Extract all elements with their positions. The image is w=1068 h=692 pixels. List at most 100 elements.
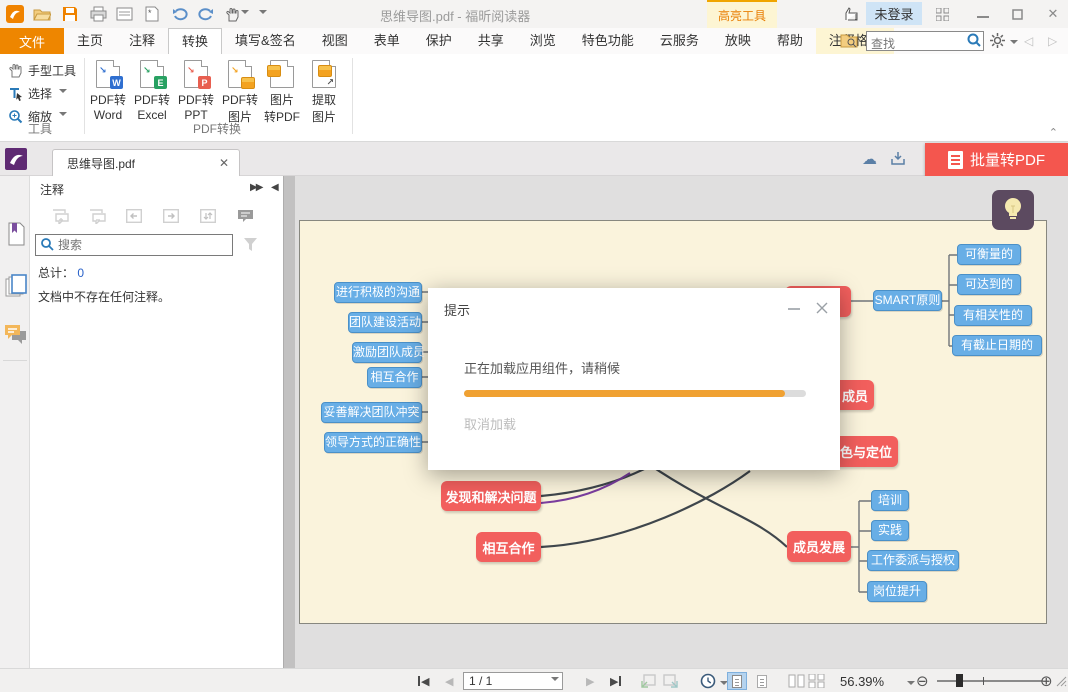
bookmarks-panel-icon[interactable] (4, 222, 27, 246)
mindmap-node[interactable]: 岗位提升 (867, 581, 927, 602)
mindmap-node[interactable]: SMART原则 (873, 290, 942, 311)
previous-view-icon[interactable] (641, 672, 656, 690)
resize-grip[interactable] (1056, 672, 1067, 690)
open-file-icon[interactable] (33, 5, 51, 23)
page-number-box[interactable]: 1 / 1 (463, 672, 563, 690)
mindmap-node[interactable]: 发现和解决问题 (441, 481, 541, 511)
tab-comment[interactable]: 注释 (116, 28, 168, 54)
comments-search-input[interactable] (56, 237, 232, 253)
previous-page-icon[interactable]: ◀ (445, 672, 453, 690)
mindmap-node[interactable]: 进行积极的沟通 (334, 282, 422, 303)
mindmap-node[interactable]: 有相关性的 (954, 305, 1032, 326)
mindmap-node[interactable]: 工作委派与授权 (867, 550, 959, 571)
mindmap-node[interactable]: 成员发展 (787, 531, 851, 562)
ui-layout-icon[interactable] (931, 6, 953, 22)
find-settings-caret-icon[interactable] (1010, 40, 1018, 48)
search-folder-icon[interactable] (840, 33, 858, 51)
collapse-ribbon-icon[interactable]: ⌃ (1049, 126, 1058, 139)
facing-view-icon[interactable] (786, 672, 806, 690)
hand-gesture-icon[interactable] (842, 4, 860, 22)
document-tab[interactable]: 思维导图.pdf ✕ (52, 149, 240, 176)
comments-panel-icon[interactable] (4, 322, 27, 346)
add-comment-icon[interactable] (50, 206, 70, 226)
find-magnifier-icon[interactable] (966, 37, 982, 51)
image-to-pdf-button[interactable]: 图片 转PDF (260, 58, 304, 132)
tab-browse[interactable]: 浏览 (517, 28, 569, 54)
redo-icon[interactable] (197, 5, 215, 23)
save-icon[interactable] (61, 5, 79, 23)
dialog-minimize-icon[interactable] (784, 300, 804, 316)
mindmap-node[interactable]: 相互合作 (476, 532, 541, 562)
extract-image-button[interactable]: ↗ 提取 图片 (302, 58, 346, 132)
zoom-caret-icon[interactable] (907, 681, 915, 689)
remove-comment-icon[interactable] (87, 206, 107, 226)
email-icon[interactable] (115, 5, 133, 23)
tab-protect[interactable]: 保护 (413, 28, 465, 54)
login-button[interactable]: 未登录 (866, 2, 922, 25)
tab-present[interactable]: 放映 (712, 28, 764, 54)
tab-form[interactable]: 表单 (361, 28, 413, 54)
find-input[interactable] (867, 35, 963, 53)
tab-cloud[interactable]: 云服务 (647, 28, 712, 54)
tab-convert[interactable]: 转换 (168, 28, 222, 54)
mindmap-node[interactable]: 相互合作 (367, 367, 422, 388)
dialog-close-icon[interactable] (812, 300, 832, 316)
pdf-to-excel-button[interactable]: ↘E PDF转 Excel (130, 58, 174, 132)
expand-panel-icon[interactable]: ▶▶ (250, 182, 261, 193)
tab-home[interactable]: 主页 (64, 28, 116, 54)
single-page-view-icon[interactable] (727, 672, 747, 690)
show-comments-icon[interactable] (235, 206, 255, 226)
tab-close-icon[interactable]: ✕ (219, 156, 229, 170)
next-page-icon[interactable]: ▶ (586, 672, 594, 690)
undo-icon[interactable] (171, 5, 189, 23)
batch-convert-pdf-button[interactable]: 批量转PDF (925, 143, 1068, 176)
continuous-facing-view-icon[interactable] (806, 672, 826, 690)
mindmap-node[interactable]: 妥善解决团队冲突 (321, 402, 422, 423)
create-pdf-icon[interactable]: * (143, 5, 161, 23)
close-button[interactable]: ✕ (1042, 6, 1064, 22)
cloud-icon[interactable]: ☁ (862, 150, 877, 168)
pages-panel-icon[interactable] (4, 274, 27, 298)
next-comment-icon[interactable] (161, 206, 181, 226)
select-tool-button[interactable]: 选择 (8, 83, 67, 103)
hand-tool-quick-icon[interactable] (223, 5, 251, 23)
find-settings-gear-icon[interactable] (990, 33, 1005, 51)
lightbulb-icon[interactable] (992, 190, 1034, 230)
filter-funnel-icon[interactable] (244, 238, 257, 254)
mindmap-node[interactable]: 领导方式的正确性 (324, 432, 422, 453)
save-to-tray-icon[interactable] (890, 150, 906, 169)
tab-view[interactable]: 视图 (309, 28, 361, 54)
panel-splitter[interactable] (283, 176, 295, 668)
reading-mode-clock-icon[interactable] (700, 672, 716, 690)
mindmap-node[interactable]: 可衡量的 (957, 244, 1021, 265)
sort-comments-icon[interactable] (198, 206, 218, 226)
print-icon[interactable] (89, 5, 107, 23)
collapse-panel-icon[interactable]: ◀ (271, 182, 279, 193)
tab-share[interactable]: 共享 (465, 28, 517, 54)
tab-features[interactable]: 特色功能 (569, 28, 647, 54)
tab-fill-sign[interactable]: 填写&签名 (222, 28, 309, 54)
find-next-icon[interactable]: ▷ (1048, 34, 1057, 48)
first-page-icon[interactable]: ◀ (418, 672, 429, 690)
continuous-view-icon[interactable] (752, 672, 772, 690)
mindmap-node[interactable]: 团队建设活动 (348, 312, 422, 333)
zoom-slider-handle[interactable] (956, 674, 963, 687)
customize-quick-access-icon[interactable] (255, 5, 269, 23)
mindmap-node[interactable]: 实践 (871, 520, 909, 541)
mindmap-node[interactable]: 可达到的 (957, 274, 1021, 295)
file-menu-button[interactable]: 文件 (0, 28, 64, 54)
cancel-loading-link[interactable]: 取消加载 (464, 414, 516, 433)
last-page-icon[interactable]: ▶ (610, 672, 621, 690)
tab-help[interactable]: 帮助 (764, 28, 816, 54)
zoom-slider-track[interactable] (937, 680, 1043, 682)
pdf-to-word-button[interactable]: ↘W PDF转 Word (86, 58, 130, 132)
maximize-button[interactable] (1006, 6, 1028, 22)
zoom-in-icon[interactable]: ⊕ (1040, 672, 1053, 690)
mindmap-node[interactable]: 有截止日期的 (952, 335, 1042, 356)
zoom-level[interactable]: 56.39% (840, 672, 884, 690)
zoom-out-icon[interactable]: ⊖ (916, 672, 929, 690)
mindmap-node[interactable]: 培训 (871, 490, 909, 511)
next-view-icon[interactable] (663, 672, 678, 690)
find-previous-icon[interactable]: ◁ (1024, 34, 1033, 48)
foxit-reader-icon[interactable] (5, 148, 27, 173)
